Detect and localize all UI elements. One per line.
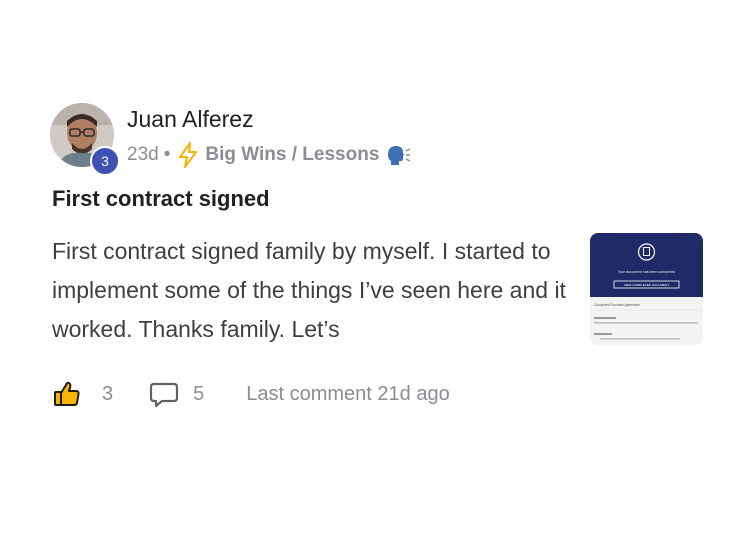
attachment-preview-image: Your document has been completed VIEW CO… [590,233,703,345]
like-count: 3 [102,382,114,405]
category-link[interactable]: Big Wins / Lessons [205,144,379,166]
attachment-caption: Completed Purchase Agreement [594,303,640,307]
author-name[interactable]: Juan Alferez [127,106,254,133]
attachment-button: VIEW COMPLETED DOCUMENT [624,283,670,287]
post-title[interactable]: First contract signed [52,186,270,212]
comment-count: 5 [193,382,205,405]
meta-separator: • [163,144,171,165]
post-meta: 23d • Big Wins / Lessons [127,142,411,168]
post-footer: 3 5 Last comment 21d ago [52,378,450,410]
post-card[interactable]: 3 Juan Alferez 23d • Big Wins / Lessons … [0,0,754,540]
attachment-thumbnail[interactable]: Your document has been completed VIEW CO… [590,233,703,345]
post-body[interactable]: First contract signed family by myself. … [52,232,567,349]
last-comment-time[interactable]: Last comment 21d ago [246,383,449,406]
attachment-heading: Your document has been completed [618,270,675,274]
level-badge: 3 [90,146,120,176]
lightning-bolt-icon [177,142,199,168]
thumbs-up-icon[interactable] [52,379,82,409]
post-time: 23d [127,144,159,165]
comment-bubble-icon[interactable] [149,379,179,409]
author-avatar-wrapper[interactable]: 3 [50,103,120,176]
speaking-head-icon [385,143,411,167]
